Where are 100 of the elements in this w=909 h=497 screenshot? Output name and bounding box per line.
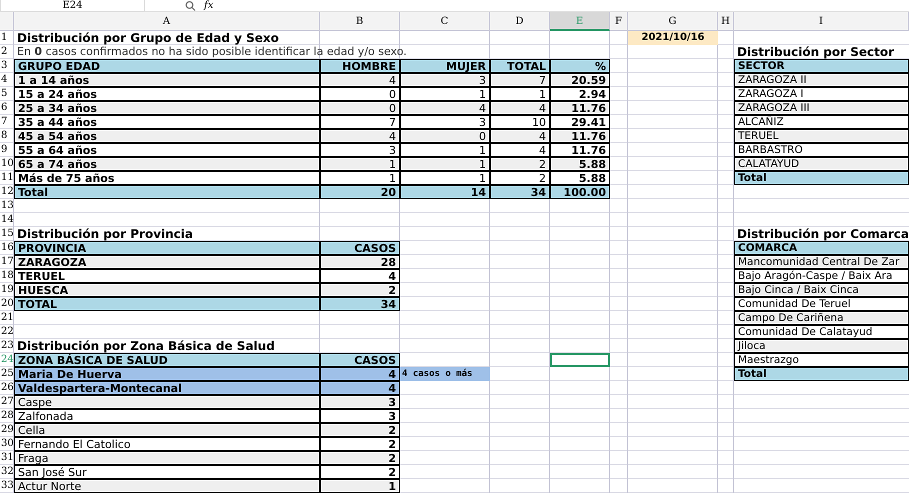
column-header[interactable]: F xyxy=(610,12,628,31)
row-header[interactable]: 8 xyxy=(0,129,14,143)
row-header[interactable]: 1 xyxy=(0,31,14,45)
table-cell: 3 xyxy=(320,394,400,409)
row-header[interactable]: 15 xyxy=(0,227,14,241)
column-header[interactable]: H xyxy=(718,12,734,31)
row-header[interactable]: 12 xyxy=(0,185,14,199)
column-header[interactable]: D xyxy=(490,12,550,31)
column-header[interactable]: C xyxy=(400,12,490,31)
column-heading: MUJER xyxy=(400,58,490,73)
row-header[interactable]: 14 xyxy=(0,213,14,227)
table-cell: 11.76 xyxy=(550,100,610,115)
row-header[interactable]: 31 xyxy=(0,451,14,465)
table-cell: TERUEL xyxy=(14,268,320,283)
table-cell: 11.76 xyxy=(550,142,610,157)
search-icon[interactable] xyxy=(185,0,196,10)
function-label[interactable]: fx xyxy=(204,0,214,11)
table-cell: 11.76 xyxy=(550,128,610,143)
table-title: Distribución por Sector xyxy=(736,45,896,59)
table-cell: 20.59 xyxy=(550,72,610,87)
column-heading: ZONA BÁSICA DE SALUD xyxy=(14,352,320,367)
column-header[interactable]: A xyxy=(14,12,320,31)
table-cell: 2 xyxy=(490,170,550,185)
row-header[interactable]: 28 xyxy=(0,409,14,423)
table-cell: 34 xyxy=(320,296,400,311)
table-cell: 2 xyxy=(320,436,400,451)
table-title: Distribución por Zona Básica de Salud xyxy=(16,339,276,353)
row-header[interactable]: 29 xyxy=(0,423,14,437)
row-header[interactable]: 5 xyxy=(0,87,14,101)
column-heading: GRUPO EDAD xyxy=(14,58,320,73)
column-header[interactable]: B xyxy=(320,12,400,31)
table-cell: 25 a 34 años xyxy=(14,100,320,115)
table-title: Distribución por Comarca xyxy=(736,227,909,241)
table-cell: Fernando El Catolico xyxy=(14,436,320,451)
row-header[interactable]: 17 xyxy=(0,255,14,269)
table-cell: 1 xyxy=(400,170,490,185)
table-cell: 100.00 xyxy=(550,184,610,199)
column-heading: TOTAL xyxy=(490,58,550,73)
table-cell: 1 a 14 años xyxy=(14,72,320,87)
table-cell: 2 xyxy=(320,464,400,479)
row-header[interactable]: 18 xyxy=(0,269,14,283)
row-header[interactable]: 24 xyxy=(0,353,14,367)
row-header[interactable]: 32 xyxy=(0,465,14,479)
table-cell: Comunidad De Calatayud xyxy=(734,324,909,339)
row-header[interactable]: 10 xyxy=(0,157,14,171)
row-header[interactable]: 30 xyxy=(0,437,14,451)
table-cell: 0 xyxy=(320,86,400,101)
date-cell: 2021/10/16 xyxy=(628,31,718,45)
column-heading: PROVINCIA xyxy=(14,240,320,255)
row-header[interactable]: 26 xyxy=(0,381,14,395)
selected-cell[interactable] xyxy=(550,353,610,367)
table-cell: 1 xyxy=(400,156,490,171)
table-cell: 5.88 xyxy=(550,170,610,185)
table-cell: 14 xyxy=(400,184,490,199)
table-cell: 1 xyxy=(320,156,400,171)
row-header[interactable]: 27 xyxy=(0,395,14,409)
row-header[interactable]: 13 xyxy=(0,199,14,213)
table-cell: ZARAGOZA III xyxy=(734,100,909,115)
note-text: En 0 casos confirmados no ha sido posible identificar la edad y/o sexo. xyxy=(16,45,408,59)
column-header[interactable]: I xyxy=(734,12,909,31)
table-title: Distribución por Provincia xyxy=(16,227,194,241)
table-cell: 1 xyxy=(400,86,490,101)
column-heading: CASOS xyxy=(320,352,400,367)
table-cell: Bajo Cinca / Baix Cinca xyxy=(734,282,909,297)
row-header[interactable]: 33 xyxy=(0,479,14,493)
row-header[interactable]: 4 xyxy=(0,73,14,87)
table-cell: Campo De Cariñena xyxy=(734,310,909,325)
table-cell: 55 a 64 años xyxy=(14,142,320,157)
table-cell: 2 xyxy=(320,282,400,297)
table-cell: 4 xyxy=(320,380,400,395)
column-header[interactable]: G xyxy=(628,12,718,31)
row-header[interactable]: 19 xyxy=(0,283,14,297)
row-header[interactable]: 23 xyxy=(0,339,14,353)
table-cell: ZARAGOZA II xyxy=(734,72,909,87)
column-heading: CASOS xyxy=(320,240,400,255)
table-cell: 4 xyxy=(490,142,550,157)
row-header[interactable]: 9 xyxy=(0,143,14,157)
table-cell: 4 xyxy=(320,128,400,143)
row-header[interactable]: 3 xyxy=(0,59,14,73)
column-heading: COMARCA xyxy=(734,240,909,255)
row-header[interactable]: 21 xyxy=(0,311,14,325)
table-cell: Zalfonada xyxy=(14,408,320,423)
table-cell: Maria De Huerva xyxy=(14,366,320,381)
table-cell: Valdespartera-Montecanal xyxy=(14,380,320,395)
row-header[interactable]: 22 xyxy=(0,325,14,339)
table-cell: 4 xyxy=(400,100,490,115)
table-cell: TOTAL xyxy=(14,296,320,311)
table-cell: 3 xyxy=(400,114,490,129)
row-header[interactable]: 11 xyxy=(0,171,14,185)
row-header[interactable]: 2 xyxy=(0,45,14,59)
row-header[interactable]: 20 xyxy=(0,297,14,311)
table-cell: ZARAGOZA xyxy=(14,254,320,269)
row-header[interactable]: 16 xyxy=(0,241,14,255)
row-header[interactable]: 7 xyxy=(0,115,14,129)
table-cell: 29.41 xyxy=(550,114,610,129)
table-cell: 2.94 xyxy=(550,86,610,101)
row-header[interactable]: 25 xyxy=(0,367,14,381)
table-cell: 2 xyxy=(320,422,400,437)
row-header[interactable]: 6 xyxy=(0,101,14,115)
table-cell: 2 xyxy=(320,450,400,465)
